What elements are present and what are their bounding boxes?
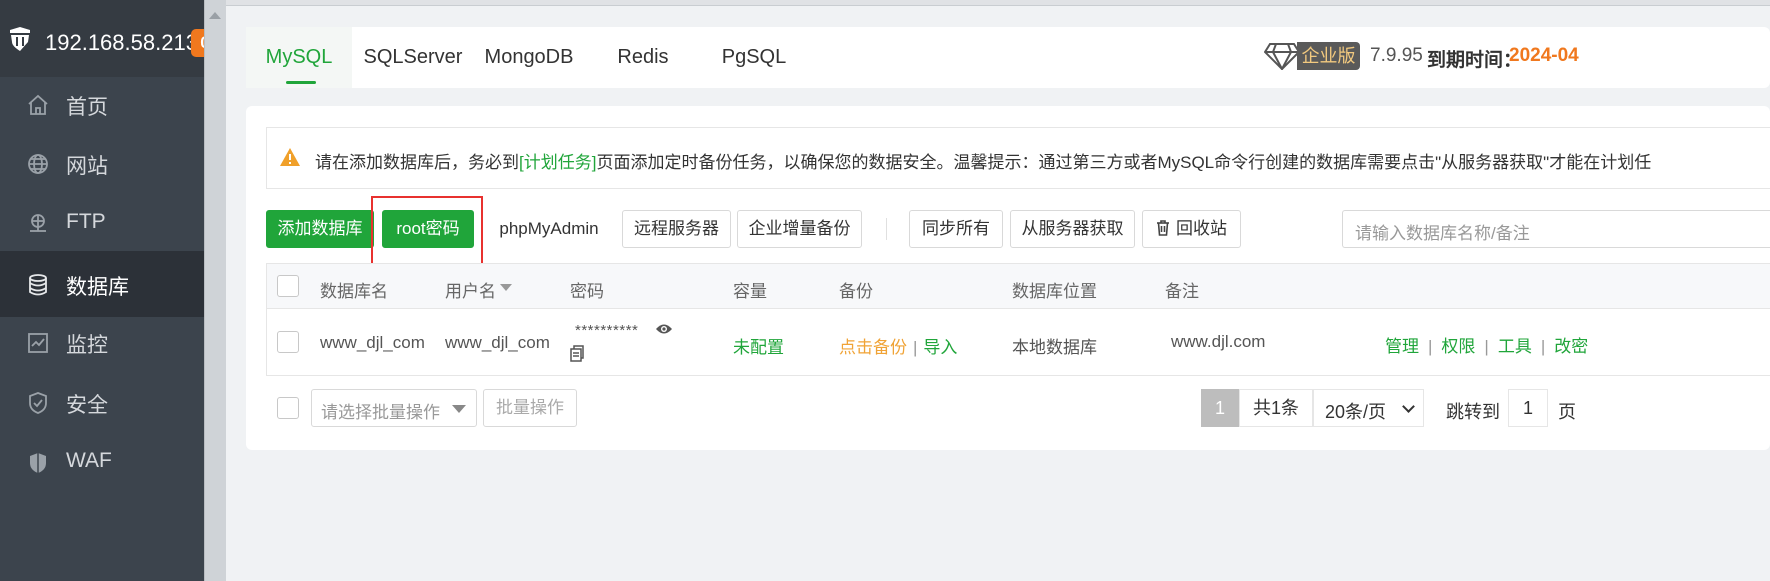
eye-icon[interactable] xyxy=(655,322,673,336)
monitor-icon xyxy=(28,333,48,353)
scroll-up-arrow-icon[interactable] xyxy=(209,12,221,19)
sidebar-item-label: 数据库 xyxy=(66,276,129,299)
cell-username: www_djl_com xyxy=(445,333,550,352)
tools-link[interactable]: 工具 xyxy=(1498,337,1532,356)
col-header-capacity: 容量 xyxy=(733,282,767,301)
incremental-backup-button[interactable]: 企业增量备份 xyxy=(737,210,862,248)
tab-sqlserver[interactable]: SQLServer xyxy=(360,27,466,88)
cell-note[interactable]: www.djl.com xyxy=(1171,332,1265,352)
cell-backup: 点击备份 | 导入 xyxy=(839,338,958,357)
backup-now-link[interactable]: 点击备份 xyxy=(839,338,907,357)
page-size-select[interactable]: 20条/页 xyxy=(1313,389,1424,427)
server-header: 192.168.58.213 xyxy=(0,0,204,77)
home-icon xyxy=(28,94,48,115)
footer-select-checkbox[interactable] xyxy=(277,397,299,419)
waf-icon xyxy=(30,453,46,473)
highlight-box xyxy=(371,196,483,266)
edition-badge[interactable]: 企业版 xyxy=(1297,42,1360,70)
recycle-bin-label: 回收站 xyxy=(1176,219,1227,238)
sidebar-item-label: 首页 xyxy=(66,96,108,119)
sidebar-item-label: 监控 xyxy=(66,334,108,357)
jump-page-input[interactable]: 1 xyxy=(1508,389,1548,427)
import-link[interactable]: 导入 xyxy=(923,338,957,357)
fetch-from-server-button[interactable]: 从服务器获取 xyxy=(1010,210,1135,248)
search-input[interactable]: 请输入数据库名称/备注 xyxy=(1342,210,1770,248)
current-page-button[interactable]: 1 xyxy=(1201,389,1239,427)
add-database-button[interactable]: 添加数据库 xyxy=(266,210,374,248)
expire-label: 到期时间： xyxy=(1427,50,1523,71)
total-count: 共1条 xyxy=(1239,389,1313,427)
row-checkbox[interactable] xyxy=(277,331,299,353)
sidebar-item-label: 网站 xyxy=(66,155,108,178)
scrollbar-track[interactable] xyxy=(204,0,226,581)
jump-label: 跳转到 xyxy=(1446,402,1500,422)
sidebar-item-home[interactable]: 首页 xyxy=(0,71,204,137)
cron-task-link[interactable]: [计划任务] xyxy=(519,153,596,172)
version-text: 7.9.95 xyxy=(1370,45,1423,66)
col-header-note: 备注 xyxy=(1165,282,1199,301)
cell-db-name: www_djl_com xyxy=(320,333,425,352)
alert-text-prefix: 请在添加数据库后，务必到 xyxy=(315,153,519,172)
dropdown-caret-icon xyxy=(452,405,466,413)
table-header: 数据库名 用户名 密码 容量 备份 数据库位置 备注 xyxy=(267,264,1770,309)
trash-icon xyxy=(1157,220,1169,236)
change-password-link[interactable]: 改密 xyxy=(1554,337,1588,356)
batch-operation-select[interactable]: 请选择批量操作 xyxy=(311,389,477,427)
sidebar-item-monitor[interactable]: 监控 xyxy=(0,309,204,375)
ftp-icon xyxy=(30,214,46,232)
col-header-password: 密码 xyxy=(570,282,604,301)
col-header-user[interactable]: 用户名 xyxy=(445,277,496,302)
page-size-value: 20条/页 xyxy=(1325,402,1387,422)
phpmyadmin-button[interactable]: phpMyAdmin xyxy=(484,210,614,248)
sidebar-item-security[interactable]: 安全 xyxy=(0,369,204,435)
database-icon xyxy=(29,274,47,296)
chevron-down-icon xyxy=(1402,400,1415,413)
sidebar-item-ftp[interactable]: FTP xyxy=(0,190,204,256)
jump-suffix: 页 xyxy=(1558,402,1576,422)
tab-redis[interactable]: Redis xyxy=(590,27,696,88)
diamond-icon xyxy=(1264,43,1300,70)
sort-down-icon[interactable] xyxy=(500,284,512,291)
bt-logo-icon xyxy=(10,27,30,51)
sidebar-item-label: FTP xyxy=(66,210,106,233)
globe-icon xyxy=(28,154,48,174)
shield-icon xyxy=(29,392,47,414)
database-table: 数据库名 用户名 密码 容量 备份 数据库位置 备注 www_djl_com w… xyxy=(266,263,1770,376)
tab-pgsql[interactable]: PgSQL xyxy=(701,27,807,88)
cell-password: ********** xyxy=(575,322,639,339)
col-header-location: 数据库位置 xyxy=(1012,282,1097,301)
sync-all-button[interactable]: 同步所有 xyxy=(909,210,1003,248)
backup-warning-alert: 请在添加数据库后，务必到[计划任务]页面添加定时备份任务，以确保您的数据安全。温… xyxy=(266,127,1770,189)
cell-capacity[interactable]: 未配置 xyxy=(733,333,784,358)
recycle-bin-button[interactable]: 回收站 xyxy=(1142,210,1241,248)
sidebar-item-waf[interactable]: WAF xyxy=(0,429,204,495)
cell-location: 本地数据库 xyxy=(1012,338,1097,357)
sidebar-item-label: WAF xyxy=(66,449,112,472)
sidebar-item-label: 安全 xyxy=(66,394,108,417)
copy-icon[interactable] xyxy=(570,345,584,362)
col-header-name: 数据库名 xyxy=(320,282,388,301)
server-ip: 192.168.58.213 xyxy=(45,30,198,55)
select-all-checkbox[interactable] xyxy=(277,275,299,297)
expire-date: 2024-04 xyxy=(1509,45,1579,66)
tab-mysql[interactable]: MySQL xyxy=(246,27,352,88)
alert-message: 请在添加数据库后，务必到[计划任务]页面添加定时备份任务，以确保您的数据安全。温… xyxy=(315,148,1651,173)
permission-link[interactable]: 权限 xyxy=(1441,337,1475,356)
tab-mongodb[interactable]: MongoDB xyxy=(476,27,582,88)
toolbar-divider xyxy=(886,218,887,240)
row-operations: 管理 | 权限 | 工具 | 改密 xyxy=(1385,337,1589,356)
warning-icon xyxy=(280,148,300,166)
manage-link[interactable]: 管理 xyxy=(1385,337,1419,356)
batch-select-placeholder: 请选择批量操作 xyxy=(321,403,440,422)
remote-server-button[interactable]: 远程服务器 xyxy=(622,210,731,248)
sidebar-item-website[interactable]: 网站 xyxy=(0,130,204,196)
batch-operation-button[interactable]: 批量操作 xyxy=(483,389,577,427)
alert-text-suffix: 页面添加定时备份任务，以确保您的数据安全。温馨提示：通过第三方或者MySQL命令… xyxy=(596,153,1652,172)
sidebar-item-database[interactable]: 数据库 xyxy=(0,251,204,317)
sidebar: 192.168.58.213 0 首页 网站 FTP 数据库 监控 安 xyxy=(0,0,219,581)
col-header-backup: 备份 xyxy=(839,282,873,301)
top-bar xyxy=(226,0,1770,6)
